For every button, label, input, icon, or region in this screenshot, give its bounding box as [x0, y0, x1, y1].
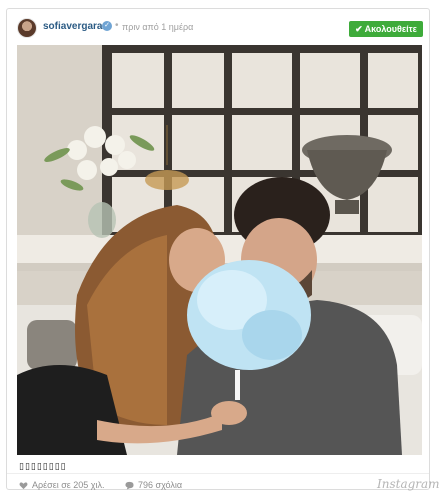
likes-count[interactable]: Αρέσει σε 205 χιλ. — [19, 480, 105, 490]
post-timestamp[interactable]: πριν από 1 ημέρα — [122, 22, 193, 32]
comment-bubble-icon — [125, 481, 134, 490]
instagram-logo[interactable]: Instagram — [377, 477, 440, 491]
header-separator: • — [115, 20, 119, 31]
username-link[interactable]: sofiavergara — [43, 21, 102, 32]
instagram-embed-card: sofiavergara ✓ • πριν από 1 ημέρα ✔ Ακολ… — [6, 8, 440, 491]
heart-icon — [19, 481, 28, 489]
profile-avatar[interactable] — [17, 18, 37, 38]
likes-label: Αρέσει σε 205 χιλ. — [32, 480, 105, 490]
photo-illustration — [17, 45, 422, 455]
comments-label: 796 σχόλια — [138, 480, 183, 490]
follow-button-label: Ακολουθείτε — [364, 24, 417, 34]
post-header: sofiavergara ✓ • πριν από 1 ημέρα ✔ Ακολ… — [7, 9, 429, 45]
comments-count[interactable]: 796 σχόλια — [125, 480, 182, 490]
verified-badge-icon: ✓ — [102, 21, 112, 31]
post-caption: ▯▯▯▯▯▯▯▯ — [19, 461, 67, 471]
follow-button[interactable]: ✔ Ακολουθείτε — [349, 21, 423, 37]
post-photo[interactable] — [17, 45, 422, 455]
checkmark-icon: ✔ — [355, 23, 363, 34]
footer-divider — [7, 473, 429, 474]
